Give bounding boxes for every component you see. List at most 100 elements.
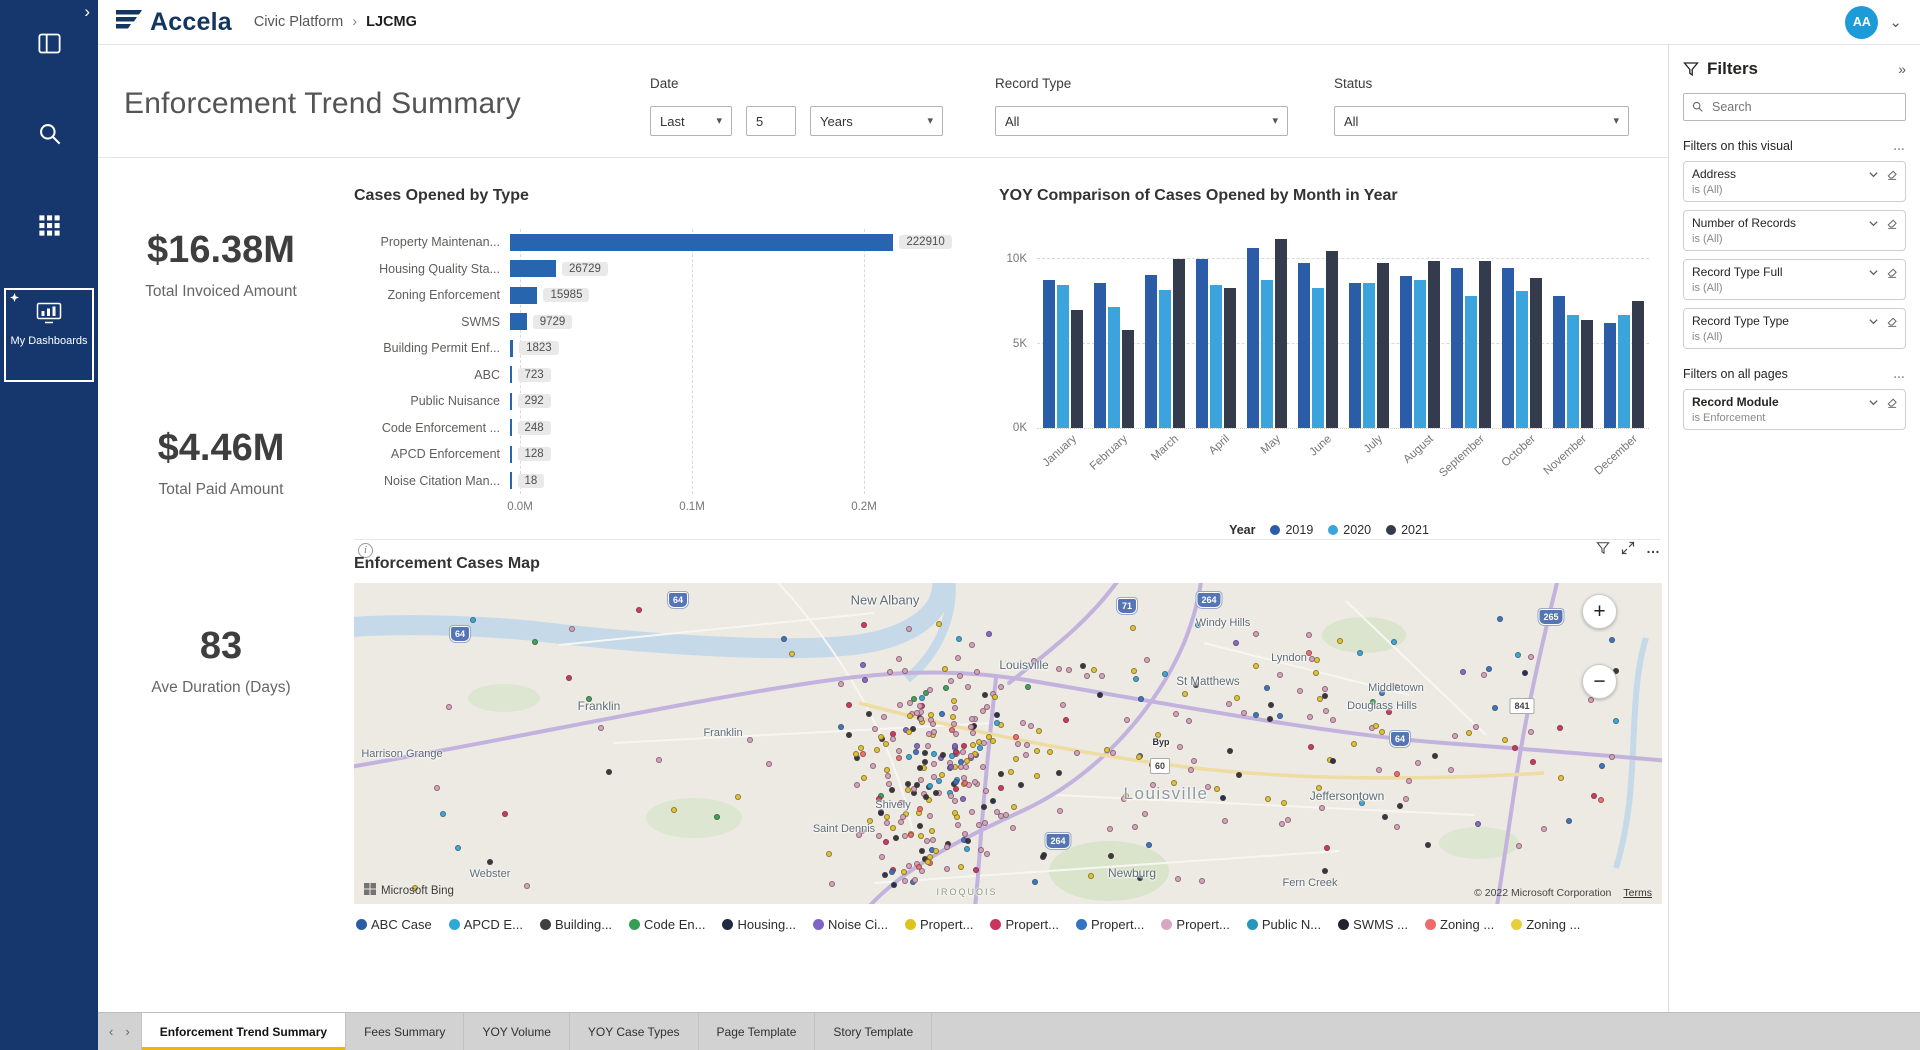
case-dot[interactable]	[845, 702, 852, 709]
case-dot[interactable]	[895, 754, 902, 761]
case-dot[interactable]	[916, 765, 923, 772]
chevron-down-icon[interactable]	[1868, 218, 1879, 230]
bar[interactable]	[1529, 277, 1542, 428]
case-dot[interactable]	[1233, 695, 1240, 702]
case-dot[interactable]	[914, 742, 921, 749]
tab-yoy-case-types[interactable]: YOY Case Types	[570, 1013, 699, 1050]
case-dot[interactable]	[1132, 675, 1139, 682]
case-dot[interactable]	[1220, 795, 1227, 802]
filter-card[interactable]: Record Module is Enforcement	[1683, 389, 1906, 430]
case-dot[interactable]	[1214, 785, 1221, 792]
case-dot[interactable]	[986, 733, 993, 740]
case-dot[interactable]	[781, 635, 788, 642]
case-dot[interactable]	[1307, 743, 1314, 750]
case-dot[interactable]	[984, 704, 991, 711]
case-dot[interactable]	[1034, 748, 1041, 755]
case-dot[interactable]	[961, 779, 968, 786]
case-dot[interactable]	[923, 838, 930, 845]
legend-item[interactable]: Zoning ...	[1511, 917, 1580, 932]
case-dot[interactable]	[1124, 717, 1131, 724]
case-dot[interactable]	[973, 669, 980, 676]
more-options-icon[interactable]: …	[1893, 139, 1906, 153]
case-dot[interactable]	[939, 752, 946, 759]
case-dot[interactable]	[888, 786, 895, 793]
case-dot[interactable]	[879, 854, 886, 861]
bar[interactable]	[1478, 261, 1491, 428]
bar[interactable]	[1348, 282, 1361, 428]
case-dot[interactable]	[877, 809, 884, 816]
focus-mode-icon[interactable]	[1621, 541, 1635, 555]
case-dot[interactable]	[1083, 673, 1090, 680]
case-dot[interactable]	[1402, 796, 1409, 803]
case-dot[interactable]	[901, 668, 908, 675]
case-dot[interactable]	[1222, 817, 1229, 824]
bar[interactable]	[1580, 320, 1593, 428]
case-dot[interactable]	[1337, 637, 1343, 644]
bar[interactable]	[1297, 262, 1310, 428]
case-dot[interactable]	[926, 686, 933, 693]
bar[interactable]	[1042, 279, 1055, 428]
case-dot[interactable]	[922, 758, 929, 765]
case-dot[interactable]	[905, 626, 912, 633]
case-dot[interactable]	[871, 726, 878, 733]
case-dot[interactable]	[1055, 665, 1062, 672]
case-dot[interactable]	[1379, 690, 1386, 697]
case-dot[interactable]	[960, 742, 967, 749]
case-dot[interactable]	[1186, 717, 1193, 724]
bar[interactable]	[1107, 306, 1120, 428]
case-dot[interactable]	[947, 793, 954, 800]
case-dot[interactable]	[983, 850, 990, 857]
case-dot[interactable]	[883, 740, 890, 747]
case-dot[interactable]	[1323, 844, 1330, 851]
case-dot[interactable]	[1047, 748, 1054, 755]
case-dot[interactable]	[1173, 711, 1180, 718]
legend-item[interactable]: 2019	[1270, 523, 1313, 537]
case-dot[interactable]	[951, 797, 958, 804]
eraser-icon[interactable]	[1886, 218, 1898, 230]
case-dot[interactable]	[985, 631, 992, 638]
case-dot[interactable]	[931, 750, 938, 757]
case-dot[interactable]	[1608, 754, 1615, 761]
case-dot[interactable]	[1087, 873, 1094, 880]
case-dot[interactable]	[967, 753, 974, 760]
zoom-out-button[interactable]: −	[1582, 664, 1617, 699]
next-page-icon[interactable]: ›	[125, 1024, 129, 1039]
bar[interactable]	[510, 313, 527, 331]
case-dot[interactable]	[916, 822, 923, 829]
case-dot[interactable]	[1322, 692, 1329, 699]
case-dot[interactable]	[982, 820, 989, 826]
case-dot[interactable]	[881, 872, 888, 879]
case-dot[interactable]	[487, 859, 494, 866]
case-dot[interactable]	[998, 683, 1005, 690]
case-dot[interactable]	[955, 654, 962, 661]
case-dot[interactable]	[1390, 638, 1397, 645]
case-dot[interactable]	[1372, 722, 1379, 729]
legend-item[interactable]: Code En...	[629, 917, 705, 932]
case-dot[interactable]	[1205, 783, 1212, 790]
case-dot[interactable]	[1174, 876, 1181, 883]
case-dot[interactable]	[1359, 799, 1366, 806]
case-dot[interactable]	[861, 621, 868, 628]
case-dot[interactable]	[1240, 709, 1247, 716]
bar[interactable]	[510, 233, 894, 251]
case-dot[interactable]	[655, 757, 662, 764]
case-dot[interactable]	[1297, 688, 1304, 695]
case-dot[interactable]	[1104, 747, 1111, 754]
legend-item[interactable]: Propert...	[1161, 917, 1230, 932]
case-dot[interactable]	[953, 730, 960, 737]
case-dot[interactable]	[1382, 813, 1389, 820]
case-dot[interactable]	[870, 763, 877, 770]
case-dot[interactable]	[1357, 650, 1364, 657]
case-dot[interactable]	[1511, 744, 1518, 751]
case-dot[interactable]	[1181, 690, 1188, 697]
case-dot[interactable]	[1010, 804, 1017, 811]
case-dot[interactable]	[859, 750, 866, 757]
chevron-down-icon[interactable]	[1868, 316, 1879, 328]
filter-card[interactable]: Record Type Full is (All)	[1683, 259, 1906, 300]
bar[interactable]	[1260, 279, 1273, 428]
case-dot[interactable]	[1017, 782, 1024, 789]
bar[interactable]	[1246, 247, 1259, 428]
bar[interactable]	[510, 419, 512, 437]
case-dot[interactable]	[1149, 781, 1156, 788]
case-dot[interactable]	[1322, 868, 1329, 875]
